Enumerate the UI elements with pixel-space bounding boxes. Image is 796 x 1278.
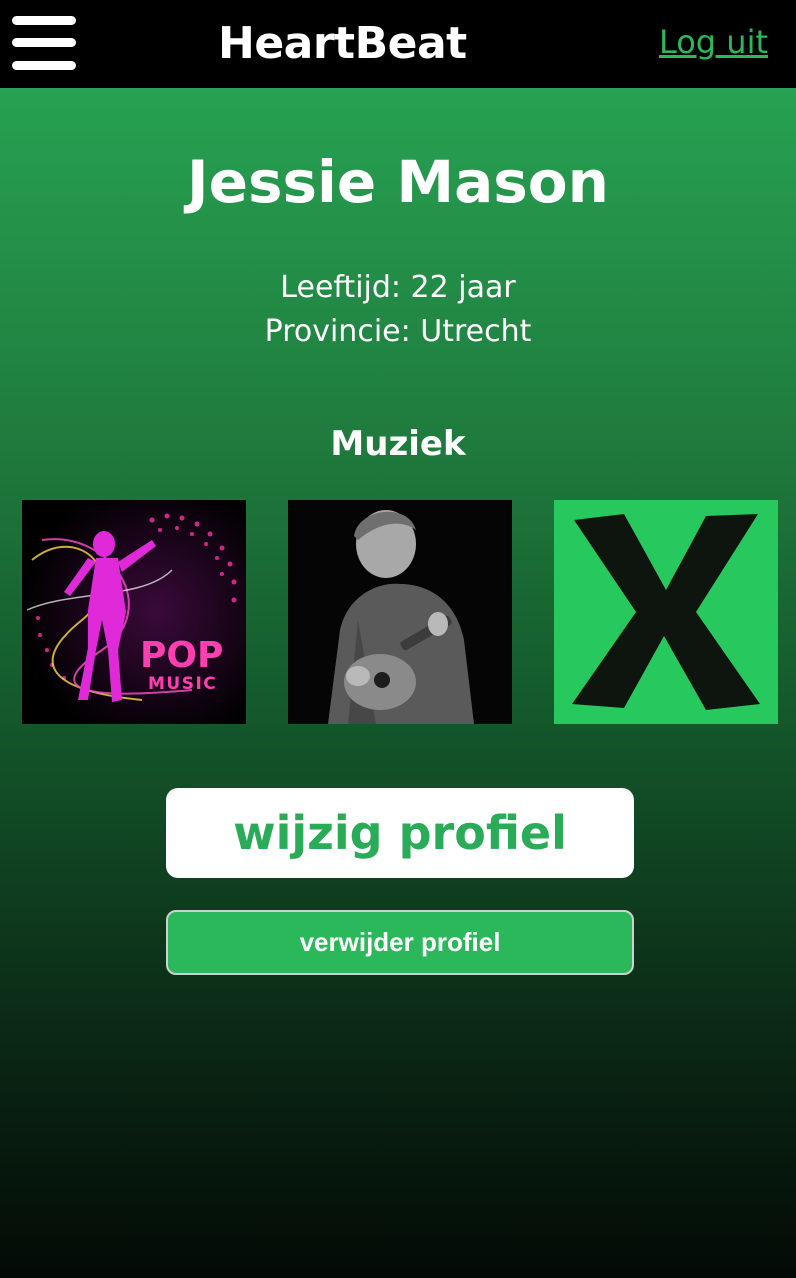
profile-info: Leeftijd: 22 jaar Provincie: Utrecht (0, 266, 796, 354)
profile-name: Jessie Mason (187, 148, 609, 216)
music-section-title: Muziek (330, 424, 466, 464)
app-brand-title: HeartBeat (218, 18, 467, 69)
music-item-pop-music[interactable]: POP MUSIC (22, 500, 246, 724)
edit-profile-button[interactable]: wijzig profiel (166, 788, 634, 878)
music-label: MUSIC (148, 674, 217, 694)
profile-province: Provincie: Utrecht (264, 314, 532, 349)
pop-music-cover-image: POP MUSIC (22, 500, 246, 724)
music-item-album-x[interactable] (554, 500, 778, 724)
artist-photo-image (288, 500, 512, 724)
pop-label: POP (140, 635, 223, 676)
top-navigation-bar: HeartBeat Log uit (0, 0, 796, 88)
logout-link[interactable]: Log uit (659, 22, 768, 62)
album-x-cover-image (554, 500, 778, 724)
delete-profile-button[interactable]: verwijder profiel (166, 910, 634, 975)
profile-age: Leeftijd: 22 jaar (280, 270, 516, 305)
hamburger-menu-icon[interactable] (12, 16, 76, 70)
music-item-artist[interactable] (288, 500, 512, 724)
